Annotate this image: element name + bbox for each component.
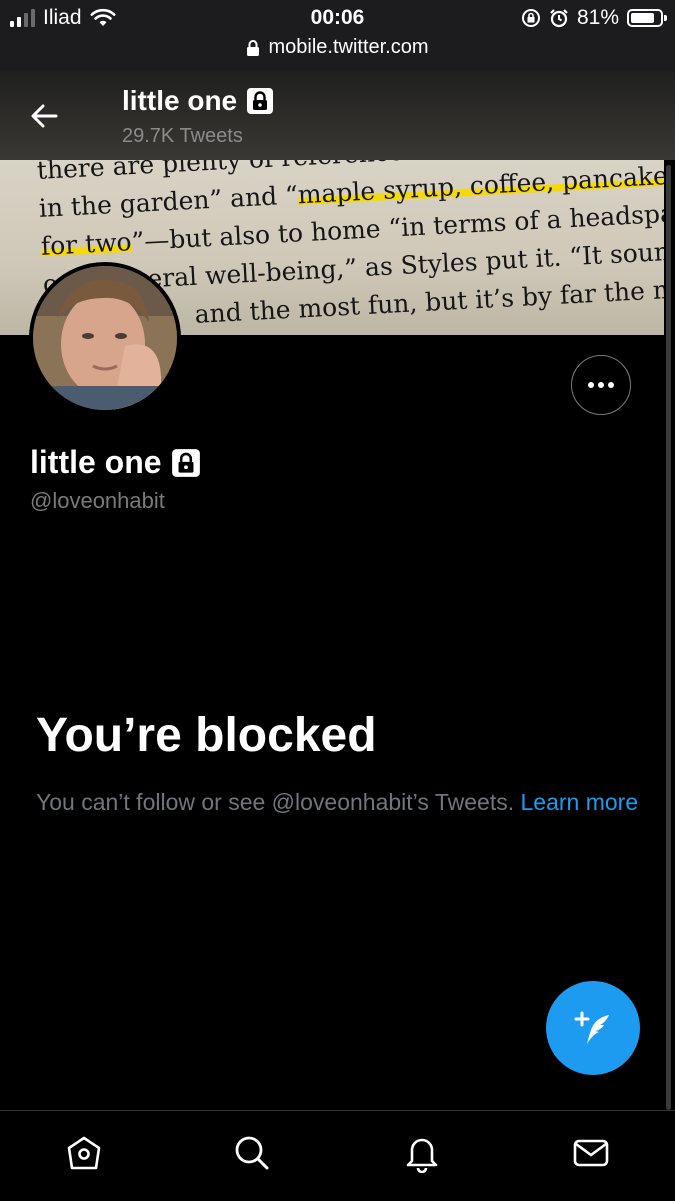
protected-lock-icon: [247, 88, 274, 114]
notifications-icon: [406, 1138, 438, 1173]
blocked-text: You can’t follow or see @loveonhabit’s T…: [36, 789, 515, 815]
messages-icon: [573, 1139, 609, 1167]
blocked-description: You can’t follow or see @loveonhabit’s T…: [36, 785, 646, 819]
battery-icon: [627, 9, 667, 27]
profile-name: little one: [30, 444, 162, 480]
battery-fill: [631, 13, 654, 23]
learn-more-link[interactable]: Learn more: [521, 789, 639, 815]
header-name-row: little one: [122, 85, 275, 117]
status-bar: Iliad 00:06 81% mobile.twitter.com: [0, 0, 675, 70]
more-horizontal-icon: [588, 382, 614, 388]
profile-header-bar: little one 29.7K Tweets: [0, 70, 675, 160]
arrow-left-icon: [31, 104, 58, 128]
battery-percent: 81%: [576, 6, 619, 29]
nav-search[interactable]: [230, 1131, 274, 1175]
back-button[interactable]: [26, 98, 62, 134]
protected-lock-icon: [171, 448, 200, 477]
more-options-button[interactable]: [571, 355, 631, 415]
url-text: mobile.twitter.com: [268, 36, 429, 58]
profile-name-row: little one: [30, 444, 202, 481]
avatar[interactable]: [29, 262, 181, 414]
alarm-icon: [550, 9, 568, 28]
tweet-count: 29.7K Tweets: [122, 125, 243, 147]
status-right: 81%: [521, 6, 667, 30]
nav-messages[interactable]: [569, 1131, 613, 1175]
orientation-lock-icon: [521, 9, 540, 27]
compose-tweet-button[interactable]: [546, 981, 640, 1075]
header-name: little one: [122, 85, 238, 116]
nav-notifications[interactable]: [400, 1131, 444, 1175]
home-icon: [67, 1136, 101, 1170]
profile-handle: @loveonhabit: [30, 488, 165, 513]
search-icon: [235, 1136, 269, 1170]
address-bar[interactable]: mobile.twitter.com: [0, 36, 675, 59]
compose-tweet-icon: [574, 1011, 609, 1044]
blocked-title: You’re blocked: [36, 709, 377, 762]
nav-home[interactable]: [62, 1131, 106, 1175]
scrollbar[interactable]: [666, 165, 671, 1110]
lock-icon: [247, 39, 260, 56]
avatar-photo: [33, 266, 177, 410]
bottom-navigation: [0, 1110, 675, 1201]
